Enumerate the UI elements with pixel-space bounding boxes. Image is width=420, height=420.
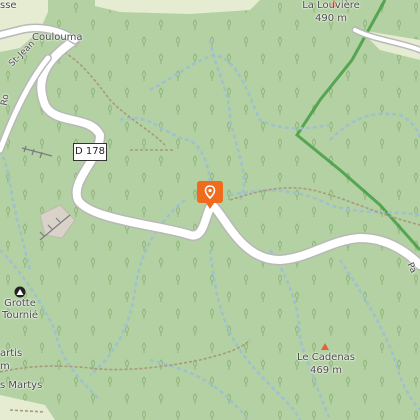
label-road-partial: Ro (0, 93, 12, 107)
label-cave-1: Grotte (4, 298, 36, 309)
label-peak-south: Le Cadenas (296, 352, 356, 363)
label-left-partial-1: artis (0, 348, 23, 359)
label-peak-north: La Louvière (302, 0, 360, 11)
label-left-partial-3: s Martys (0, 380, 43, 391)
label-village: Coulouma (32, 32, 83, 43)
label-top-left-partial: sse (0, 0, 17, 11)
label-left-partial-2: m (0, 361, 10, 372)
label-cave-2: Tournié (1, 310, 39, 321)
peak-triangle-icon (321, 343, 329, 350)
road-shield-d178: D 178 (73, 143, 107, 161)
label-peak-north-alt: 490 m (314, 13, 348, 24)
cave-icon[interactable] (14, 286, 26, 298)
location-pin-icon[interactable] (197, 181, 223, 209)
map-canvas[interactable]: sse Coulouma St-Jean Ro D 178 La Louvièr… (0, 0, 420, 420)
map-base (0, 0, 420, 420)
label-peak-south-alt: 469 m (309, 365, 343, 376)
